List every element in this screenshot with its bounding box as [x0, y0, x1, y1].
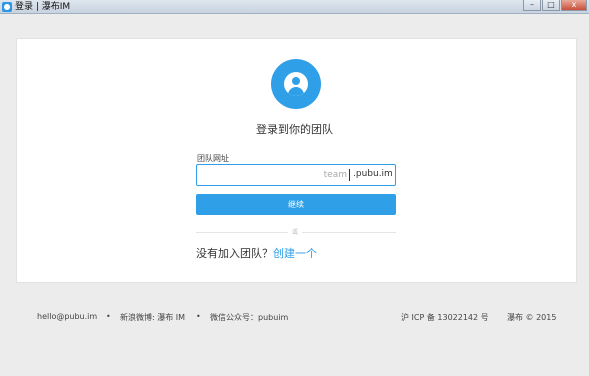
- divider-or-text: 或: [288, 227, 303, 236]
- team-url-field[interactable]: .pubu.im: [196, 164, 396, 186]
- text-caret: [349, 169, 350, 181]
- app-icon: [2, 2, 12, 12]
- maximize-button[interactable]: □: [542, 0, 560, 11]
- no-team-text: 没有加入团队？: [196, 247, 273, 260]
- domain-suffix: .pubu.im: [353, 169, 393, 179]
- avatar-head: [292, 77, 300, 85]
- footer: hello@pubu.im • 新浪微博: 瀑布 IM • 微信公众号：pubu…: [0, 312, 589, 326]
- window-title: 登录 | 瀑布IM: [15, 2, 71, 12]
- footer-icp[interactable]: 沪 ICP 备 13022142 号: [401, 312, 489, 323]
- window-controls: – □ x: [523, 0, 587, 12]
- team-url-label: 团队网址: [197, 154, 229, 163]
- user-avatar-icon: [271, 59, 321, 109]
- close-button[interactable]: x: [561, 0, 587, 11]
- footer-email[interactable]: hello@pubu.im: [37, 312, 97, 321]
- team-url-input[interactable]: [197, 165, 349, 185]
- login-heading: 登录到你的团队: [256, 123, 333, 136]
- footer-wechat: 微信公众号：pubuim: [210, 313, 289, 322]
- window-titlebar: 登录 | 瀑布IM – □ x: [0, 0, 589, 14]
- footer-weibo[interactable]: 新浪微博: 瀑布 IM: [120, 312, 185, 323]
- avatar-body: [288, 87, 304, 96]
- minimize-button[interactable]: –: [523, 0, 541, 11]
- avatar-circle: [284, 72, 308, 96]
- footer-copyright: 瀑布 © 2015: [507, 313, 557, 322]
- create-team-link[interactable]: 创建一个: [273, 247, 317, 260]
- create-team-line: 没有加入团队？创建一个: [196, 245, 317, 261]
- footer-separator: •: [106, 312, 111, 321]
- footer-separator: •: [196, 312, 201, 321]
- continue-button[interactable]: 继续: [196, 194, 396, 215]
